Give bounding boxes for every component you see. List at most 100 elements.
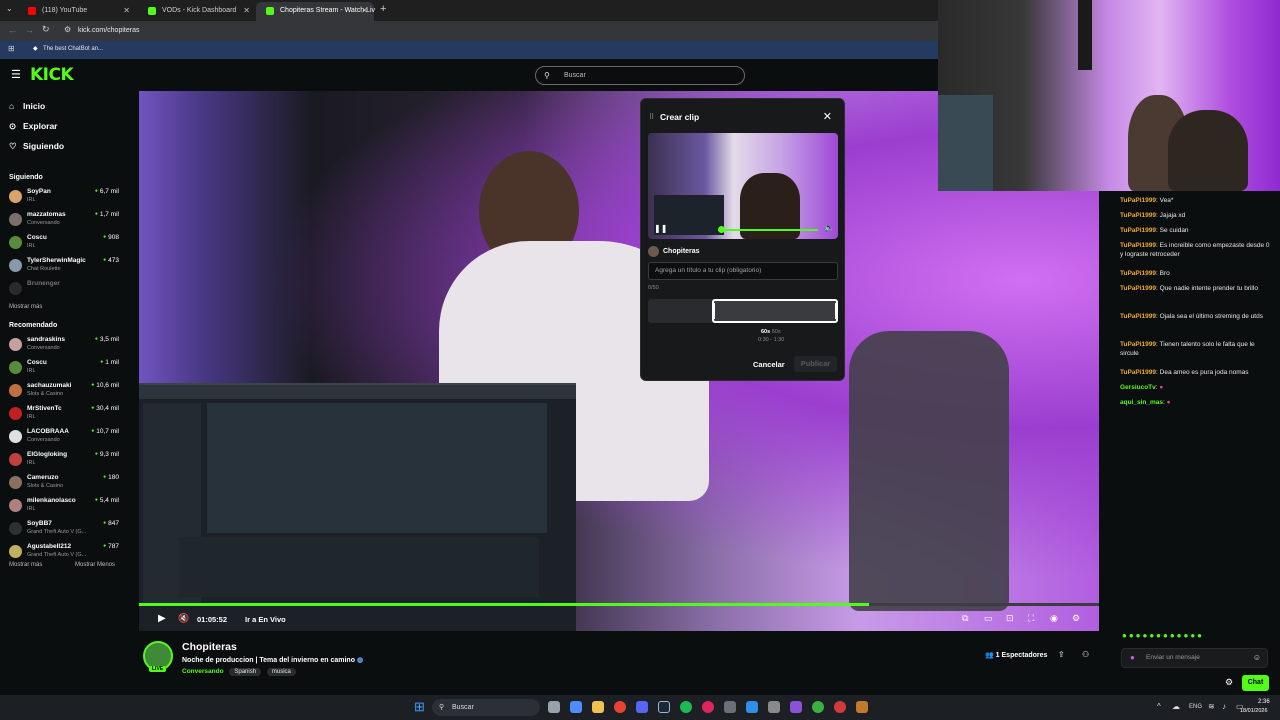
video-progress-bar[interactable] <box>139 603 1099 606</box>
tag-chip[interactable]: musica <box>266 668 296 676</box>
following-channel[interactable]: mazzatomas Conversando 1,7 mil <box>9 211 135 231</box>
network-icon[interactable]: ☁ <box>1172 702 1180 711</box>
recommended-channel[interactable]: Cameruzo Slots & Casino 180 <box>9 474 135 494</box>
following-channel[interactable]: SoyPan IRL 6,7 mil <box>9 188 135 208</box>
bookmark-chatbot[interactable]: The best ChatBot an... <box>43 46 103 52</box>
clip-trim-timeline[interactable] <box>648 299 838 323</box>
tag-chip[interactable]: Spanish <box>229 668 262 676</box>
settings-gear-icon[interactable]: ⚙ <box>1072 613 1080 624</box>
chat-username[interactable]: TuPaPi1999 <box>1120 227 1156 234</box>
spotify-icon[interactable] <box>680 701 692 713</box>
recommended-channel[interactable]: sachauzumaki Slots & Casino 10,6 mil <box>9 382 135 402</box>
channel-name[interactable]: Chopiteras <box>182 641 237 653</box>
tab-youtube[interactable]: (118) YouTube ✕ <box>18 2 136 21</box>
chrome-icon[interactable] <box>614 701 626 713</box>
follow-user-icon[interactable]: ⚇ <box>1082 650 1089 659</box>
trim-handle-right[interactable] <box>835 303 838 319</box>
preview-scrubber[interactable] <box>718 229 818 231</box>
recommended-channel[interactable]: milenkanolasco IRL 5,4 mil <box>9 497 135 517</box>
forward-icon[interactable]: → <box>25 25 34 35</box>
clip-trim-selection[interactable] <box>712 299 838 323</box>
recommended-channel[interactable]: LACOBRAAA Conversando 10,7 mil <box>9 428 135 448</box>
windows-start-icon[interactable]: ⊞ <box>414 700 425 713</box>
discord-icon[interactable] <box>636 701 648 713</box>
menu-hamburger-icon[interactable]: ☰ <box>11 68 21 81</box>
copilot-icon[interactable] <box>570 701 582 713</box>
nav-inicio[interactable]: ⌂ Inicio <box>9 101 45 111</box>
apps-grid-icon[interactable]: ⊞ <box>8 44 15 53</box>
recommended-channel[interactable]: Agustabell212 Grand Theft Auto V (G... 787 <box>9 543 135 563</box>
url-field[interactable]: kick.com/chopiteras <box>78 27 139 34</box>
recommended-channel[interactable]: sandraskins Conversando 3,5 mil <box>9 336 135 356</box>
recommended-channel[interactable]: ElGlogloking IRL 9,3 mil <box>9 451 135 471</box>
following-channel[interactable]: Brunenger <box>9 280 135 300</box>
chat-username[interactable]: aqui_sin_mas <box>1120 399 1163 406</box>
trim-handle-left[interactable] <box>712 303 715 319</box>
volume-icon[interactable]: 🔈 <box>824 223 834 232</box>
back-icon[interactable]: ← <box>8 25 17 35</box>
chat-username[interactable]: GersiucoTv <box>1120 384 1156 391</box>
theater-mode-icon[interactable]: ▭ <box>984 613 993 624</box>
file-explorer-icon[interactable] <box>592 701 604 713</box>
media-player-icon[interactable] <box>702 701 714 713</box>
kick-logo[interactable]: KICK <box>30 65 74 85</box>
visual-studio-icon[interactable] <box>790 701 802 713</box>
go-live-button[interactable]: Ir a En Vivo <box>245 615 286 624</box>
search-input[interactable]: ⚲ Buscar <box>535 66 745 85</box>
chat-username[interactable]: TuPaPi1999 <box>1120 197 1156 204</box>
chat-message-input[interactable]: ● Enviar un mensaje ☺ <box>1121 648 1268 668</box>
recording-icon[interactable] <box>834 701 846 713</box>
close-tab-icon[interactable]: ✕ <box>361 2 368 19</box>
vscode-icon[interactable] <box>746 701 758 713</box>
chat-username[interactable]: TuPaPi1999 <box>1120 212 1156 219</box>
close-icon[interactable]: ✕ <box>823 110 832 123</box>
wifi-icon[interactable]: ≋ <box>1208 702 1215 711</box>
following-channel[interactable]: TylerSherwinMagic Chat Roulette 473 <box>9 257 135 277</box>
play-icon[interactable]: ▶ <box>158 613 166 624</box>
app-icon[interactable] <box>856 701 868 713</box>
chat-username[interactable]: TuPaPi1999 <box>1120 313 1156 320</box>
cancel-button[interactable]: Cancelar <box>753 360 785 369</box>
pip-icon[interactable]: ⊡ <box>1006 613 1014 624</box>
volume-icon[interactable]: ♪ <box>1222 702 1226 711</box>
tray-chevron-icon[interactable]: ^ <box>1157 702 1161 711</box>
app-icon[interactable] <box>768 701 780 713</box>
pause-icon[interactable]: ❚❚ <box>654 224 667 233</box>
chat-username[interactable]: TuPaPi1999 <box>1120 285 1156 292</box>
language-indicator[interactable]: ENG <box>1189 704 1202 710</box>
emoji-icon[interactable]: ☺ <box>1253 649 1261 667</box>
taskbar-search[interactable]: ⚲ Buscar <box>432 699 540 716</box>
nav-siguiendo[interactable]: ♡ Siguiendo <box>9 141 64 152</box>
show-more-following-button[interactable]: Mostrar más <box>9 304 42 310</box>
show-more-button[interactable]: Mostrar más <box>9 562 42 568</box>
clip-icon[interactable]: ⧉ <box>962 613 968 624</box>
app-icon[interactable] <box>724 701 736 713</box>
quality-icon[interactable]: ◉ <box>1050 613 1058 624</box>
recommended-channel[interactable]: SoyBB7 Grand Theft Auto V (G... 847 <box>9 520 135 540</box>
share-icon[interactable]: ⇪ <box>1058 650 1065 659</box>
chat-username[interactable]: TuPaPi1999 <box>1120 369 1156 376</box>
close-tab-icon[interactable]: ✕ <box>243 2 250 19</box>
fullscreen-icon[interactable]: ⛶ <box>1028 613 1034 624</box>
clip-title-input[interactable]: Agrega un título a tu clip (obligatorio) <box>648 262 838 280</box>
tab-chopiteras-stream[interactable]: Chopiteras Stream - Watch Liv ✕ <box>256 2 375 21</box>
clip-preview[interactable]: ❚❚ 🔈 <box>648 133 838 239</box>
nav-explorar[interactable]: ⊙ Explorar <box>9 121 58 132</box>
mute-icon[interactable]: 🔇 <box>178 613 189 624</box>
new-tab-icon[interactable]: + <box>380 3 386 15</box>
tab-kick-dashboard[interactable]: VODs - Kick Dashboard ✕ <box>138 2 256 21</box>
chat-username[interactable]: TuPaPi1999 <box>1120 242 1156 249</box>
clock-time[interactable]: 2:36 <box>1258 699 1270 705</box>
clock-date[interactable]: 18/01/2026 <box>1240 708 1268 714</box>
chat-settings-gear-icon[interactable]: ⚙ <box>1225 677 1233 688</box>
recommended-channel[interactable]: MrStivenTc IRL 30,4 mil <box>9 405 135 425</box>
tab-search-chevron-icon[interactable]: ⌄ <box>6 4 13 13</box>
xbox-icon[interactable] <box>812 701 824 713</box>
chat-username[interactable]: TuPaPi1999 <box>1120 341 1156 348</box>
following-channel[interactable]: Coscu IRL 908 <box>9 234 135 254</box>
show-less-button[interactable]: Mostrar Menos <box>75 562 115 568</box>
steam-icon[interactable] <box>658 701 670 713</box>
drag-handle-icon[interactable]: ⠿ <box>649 113 654 121</box>
reload-icon[interactable]: ↻ <box>42 24 50 35</box>
category-link[interactable]: Conversando <box>182 668 224 675</box>
